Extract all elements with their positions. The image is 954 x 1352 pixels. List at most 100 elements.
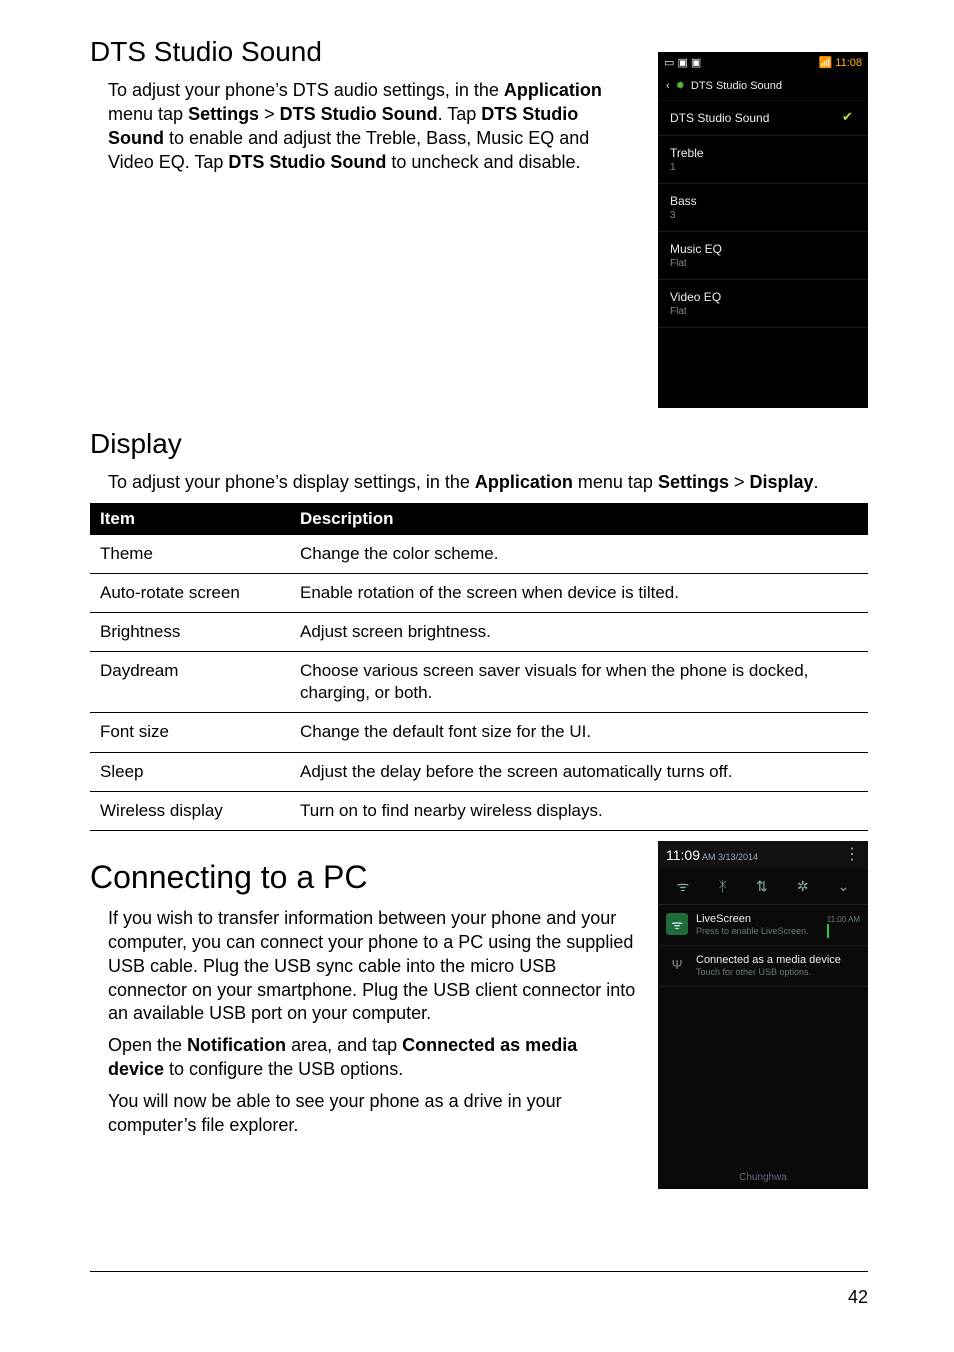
text: area, and tap: [286, 1035, 402, 1055]
setting-label: DTS Studio Sound: [670, 111, 769, 125]
bold: Settings: [658, 472, 729, 492]
notification-livescreen[interactable]: ᯤ LiveScreen Press to enable LiveScreen.…: [658, 905, 868, 946]
page-number: 42: [848, 1287, 868, 1308]
bold: Application: [504, 80, 602, 100]
notification-title: Connected as a media device: [696, 954, 841, 966]
table-row: Auto-rotate screen Enable rotation of th…: [90, 574, 868, 613]
bold: DTS Studio Sound: [280, 104, 438, 124]
cell-item: Daydream: [90, 652, 290, 713]
signal-icon: 📶: [819, 57, 833, 69]
notification-subtitle: Press to enable LiveScreen.: [696, 926, 809, 936]
quick-settings-row: ᯤ ᛡ ⇅ ✲ ⌄: [658, 869, 868, 905]
notification-time-meta: 11:00 AM: [827, 915, 860, 924]
bold: Notification: [187, 1035, 286, 1055]
footer-rule: [90, 1271, 868, 1272]
back-icon[interactable]: ‹: [666, 80, 670, 92]
text: >: [259, 104, 280, 124]
para-display: To adjust your phone’s display settings,…: [108, 471, 868, 495]
table-header-desc: Description: [290, 503, 868, 535]
text: menu tap: [108, 104, 188, 124]
sync-icon[interactable]: ⇅: [756, 878, 768, 895]
bluetooth-icon[interactable]: ᛡ: [718, 878, 726, 894]
text: >: [729, 472, 750, 492]
setting-video-eq[interactable]: Video EQ Flat: [658, 280, 868, 328]
cell-desc: Turn on to find nearby wireless displays…: [290, 791, 868, 830]
para-dts: To adjust your phone’s DTS audio setting…: [108, 79, 638, 175]
table-header-item: Item: [90, 503, 290, 535]
time-value: 11:09: [666, 847, 700, 863]
text: to uncheck and disable.: [386, 152, 580, 172]
cell-desc: Enable rotation of the screen when devic…: [290, 574, 868, 613]
cell-item: Font size: [90, 713, 290, 752]
table-row: Font size Change the default font size f…: [90, 713, 868, 752]
appbar-title: DTS Studio Sound: [691, 80, 782, 92]
screenshot-notification-shade: 11:09AM 3/13/2014 ⋮ ᯤ ᛡ ⇅ ✲ ⌄ ᯤ LiveScre…: [658, 841, 868, 1189]
table-row: Brightness Adjust screen brightness.: [90, 613, 868, 652]
para-pc-1: If you wish to transfer information betw…: [108, 907, 638, 1027]
setting-enable-dts[interactable]: DTS Studio Sound ✔: [658, 101, 868, 136]
notification-title: LiveScreen: [696, 913, 751, 925]
cell-item: Brightness: [90, 613, 290, 652]
text: to configure the USB options.: [164, 1059, 403, 1079]
notification-usb-connected[interactable]: Ψ Connected as a media device Touch for …: [658, 946, 868, 987]
time-ampm-date: AM 3/13/2014: [702, 852, 758, 862]
text: To adjust your phone’s display settings,…: [108, 472, 475, 492]
text: .: [814, 472, 819, 492]
cell-desc: Adjust screen brightness.: [290, 613, 868, 652]
bold: Display: [749, 472, 813, 492]
setting-value: 3: [670, 210, 856, 221]
notification-time: 11:09AM 3/13/2014: [666, 847, 758, 863]
table-row: Daydream Choose various screen saver vis…: [90, 652, 868, 713]
heading-display: Display: [90, 426, 868, 461]
app-bar[interactable]: ‹ ✸ DTS Studio Sound: [658, 73, 868, 101]
text: menu tap: [573, 472, 658, 492]
table-row: Wireless display Turn on to find nearby …: [90, 791, 868, 830]
setting-label: Video EQ: [670, 290, 721, 304]
checkbox-checked-icon[interactable]: ✔: [842, 111, 856, 125]
setting-bass[interactable]: Bass 3: [658, 184, 868, 232]
bold: Application: [475, 472, 573, 492]
status-time: 11:08: [835, 57, 862, 69]
usb-icon: Ψ: [666, 954, 688, 976]
table-row: Sleep Adjust the delay before the screen…: [90, 752, 868, 791]
setting-music-eq[interactable]: Music EQ Flat: [658, 232, 868, 280]
status-bar: ▭ ▣ ▣ 📶 11:08: [658, 52, 868, 73]
carrier-label: Chunghwa: [658, 1172, 868, 1183]
cell-item: Wireless display: [90, 791, 290, 830]
chevron-down-icon[interactable]: ⌄: [838, 878, 850, 895]
notification-topbar: 11:09AM 3/13/2014 ⋮: [658, 841, 868, 869]
setting-value: Flat: [670, 306, 856, 317]
display-settings-table: Item Description Theme Change the color …: [90, 503, 868, 831]
wifi-icon[interactable]: ᯤ: [677, 877, 690, 896]
setting-value: 1: [670, 162, 856, 173]
cell-item: Theme: [90, 535, 290, 574]
brightness-icon[interactable]: ✲: [797, 878, 809, 895]
cell-desc: Choose various screen saver visuals for …: [290, 652, 868, 713]
text: Open the: [108, 1035, 187, 1055]
setting-label: Music EQ: [670, 242, 722, 256]
heading-connecting-pc: Connecting to a PC: [90, 857, 638, 897]
cell-desc: Change the default font size for the UI.: [290, 713, 868, 752]
setting-label: Treble: [670, 146, 704, 160]
status-right: 📶 11:08: [819, 56, 862, 69]
bold: DTS Studio Sound: [228, 152, 386, 172]
screenshot-icon: [827, 924, 829, 938]
setting-value: Flat: [670, 258, 856, 269]
cell-desc: Adjust the delay before the screen autom…: [290, 752, 868, 791]
bold: Settings: [188, 104, 259, 124]
cell-item: Auto-rotate screen: [90, 574, 290, 613]
screenshot-dts-settings: ▭ ▣ ▣ 📶 11:08 ‹ ✸ DTS Studio Sound DTS S…: [658, 52, 868, 408]
setting-treble[interactable]: Treble 1: [658, 136, 868, 184]
setting-label: Bass: [670, 194, 697, 208]
text: . Tap: [438, 104, 482, 124]
cell-desc: Change the color scheme.: [290, 535, 868, 574]
status-left-icons: ▭ ▣ ▣: [664, 56, 701, 69]
para-pc-3: You will now be able to see your phone a…: [108, 1090, 638, 1138]
notification-subtitle: Touch for other USB options.: [696, 967, 811, 977]
para-pc-2: Open the Notification area, and tap Conn…: [108, 1034, 638, 1082]
table-row: Theme Change the color scheme.: [90, 535, 868, 574]
text: To adjust your phone’s DTS audio setting…: [108, 80, 504, 100]
cell-item: Sleep: [90, 752, 290, 791]
menu-icon[interactable]: ⋮: [844, 850, 860, 860]
gear-icon: ✸: [676, 79, 685, 92]
